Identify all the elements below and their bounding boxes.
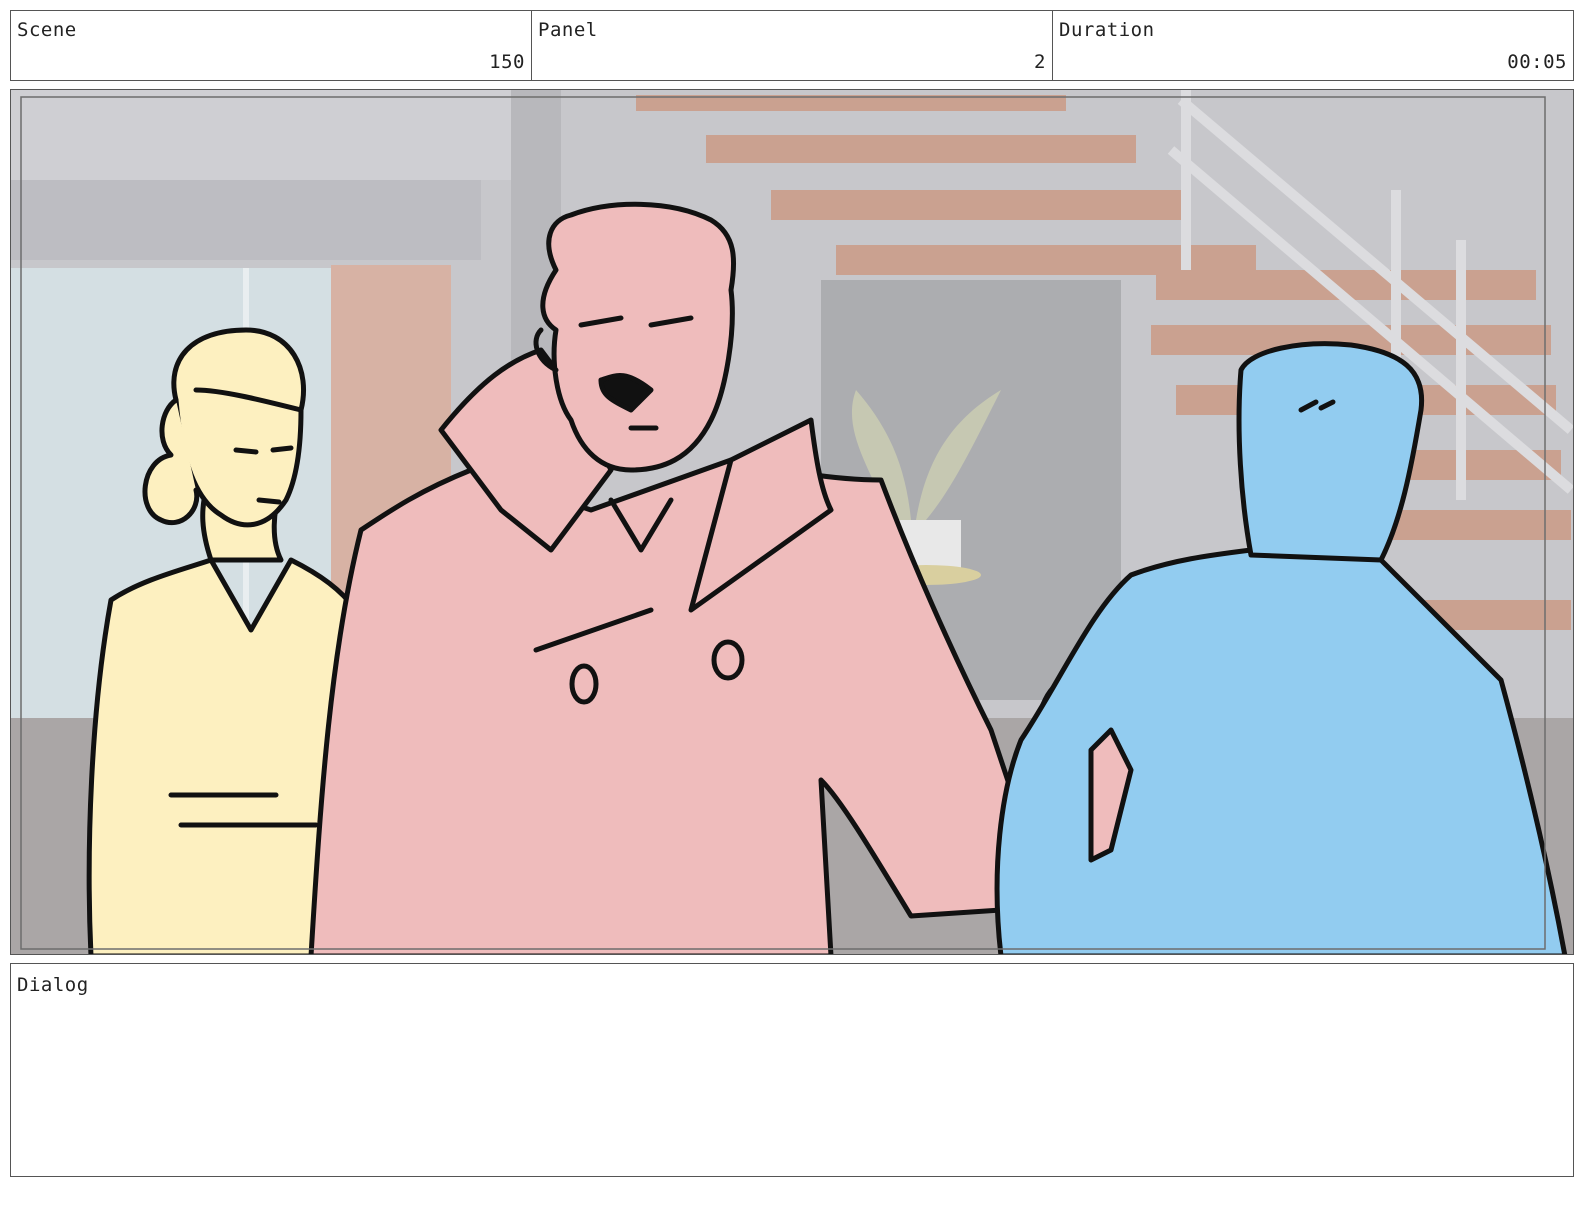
dialog-label: Dialog — [17, 974, 89, 996]
panel-number[interactable]: 2 — [1034, 51, 1046, 73]
duration-value[interactable]: 00:05 — [1507, 51, 1567, 73]
scene-label: Scene — [17, 19, 77, 41]
panel-info-header: Scene 150 Panel 2 Duration 00:05 — [10, 10, 1574, 81]
storyboard-drawing — [11, 90, 1573, 954]
soffit — [11, 180, 481, 260]
panel-label: Panel — [538, 19, 598, 41]
panel-cell: Panel 2 — [532, 11, 1053, 80]
scene-cell: Scene 150 — [11, 11, 532, 80]
duration-cell: Duration 00:05 — [1053, 11, 1573, 80]
duration-label: Duration — [1059, 19, 1155, 41]
ceiling-beam — [11, 90, 511, 180]
scene-number[interactable]: 150 — [489, 51, 525, 73]
dialog-box[interactable]: Dialog — [10, 963, 1574, 1177]
storyboard-frame[interactable] — [10, 89, 1574, 955]
